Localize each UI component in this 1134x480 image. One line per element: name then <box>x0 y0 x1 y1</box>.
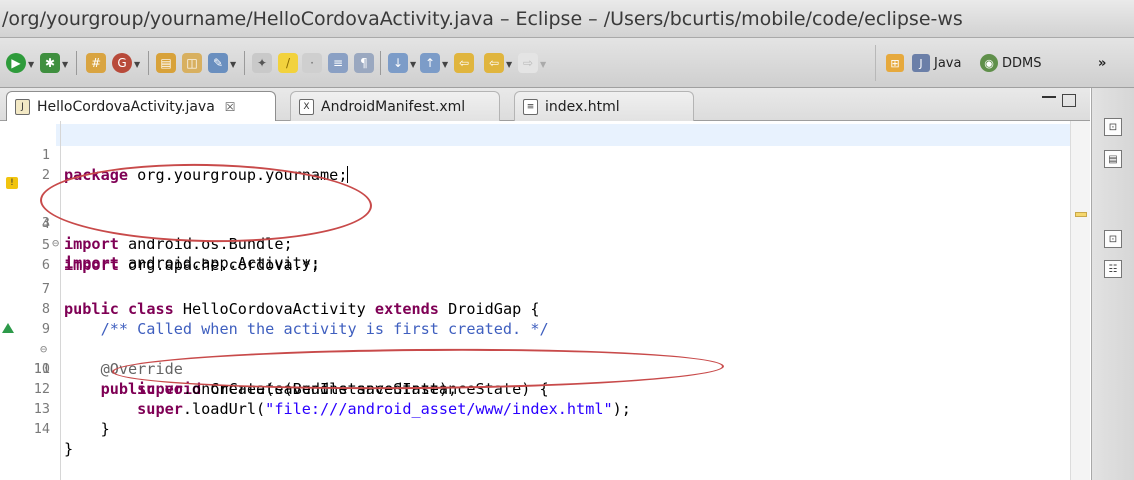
toolbar-separator <box>244 51 245 75</box>
history-dropdown-icon[interactable]: ▼ <box>506 60 512 69</box>
code-editor[interactable]: 1 package org.yourgroup.yourname; 2 ! 3 … <box>0 121 1090 480</box>
next-annotation-dropdown-icon[interactable]: ▼ <box>410 60 416 69</box>
perspective-switcher: ⊞ J Java ◉ DDMS » <box>875 45 1121 81</box>
warning-ruler-marker[interactable] <box>1075 212 1087 217</box>
editor-tab-row: J HelloCordovaActivity.java ☒ X AndroidM… <box>0 88 1090 121</box>
code-text: } <box>64 440 74 458</box>
java-perspective-icon: J <box>912 54 930 72</box>
java-perspective-button[interactable]: J Java <box>912 52 961 74</box>
maximize-icon[interactable] <box>1062 94 1076 107</box>
tab-androidmanifest[interactable]: X AndroidManifest.xml <box>290 91 500 121</box>
hierarchy-view-icon[interactable]: ☷ <box>1104 260 1122 278</box>
forward-icon[interactable]: ⇦ <box>484 53 504 73</box>
line-number: 14 <box>33 421 50 437</box>
search-dropdown-icon[interactable]: ▼ <box>134 60 140 69</box>
tab-label: index.html <box>545 98 620 115</box>
new-wizard-icon[interactable]: # <box>86 53 106 73</box>
pen-dropdown-icon[interactable]: ▼ <box>230 60 236 69</box>
open-folder-icon[interactable]: ▤ <box>156 53 176 73</box>
code-text: } <box>64 420 110 438</box>
code-line[interactable]: 10 public void onCreate(Bundle savedInst… <box>0 319 1060 398</box>
run-dropdown-icon[interactable]: ▼ <box>28 60 34 69</box>
warning-icon[interactable]: ! <box>6 177 18 189</box>
restore-icon[interactable]: ⊡ <box>1104 230 1122 248</box>
forward-dropdown-icon: ▼ <box>540 60 547 69</box>
code-line[interactable]: 1 package org.yourgroup.yourname; <box>0 125 1060 184</box>
back-icon[interactable]: ⇦ <box>454 53 474 73</box>
open-task-icon[interactable]: ◫ <box>182 53 202 73</box>
close-icon[interactable]: ☒ <box>225 100 236 114</box>
prev-annotation-dropdown-icon[interactable]: ▼ <box>442 60 448 69</box>
java-perspective-label: Java <box>934 55 962 71</box>
toolbar-separator <box>380 51 381 75</box>
next-annotation-icon[interactable]: ↓ <box>388 53 408 73</box>
forward-disabled-icon: ⇨ <box>518 53 538 73</box>
toolbar-separator <box>76 51 77 75</box>
code-line[interactable]: 14 } <box>0 399 1060 458</box>
toggle-mark-occurrences-icon[interactable]: / <box>278 53 298 73</box>
ddms-perspective-button[interactable]: ◉ DDMS <box>980 52 1042 74</box>
xml-file-icon: X <box>299 98 314 115</box>
window-title-bar: /org/yourgroup/yourname/HelloCordovaActi… <box>0 0 1134 38</box>
show-whitespace-icon[interactable]: ≡ <box>328 53 348 73</box>
code-line[interactable]: 8 /** Called when the activity is first … <box>0 279 1060 338</box>
code-line[interactable]: 2 <box>0 145 1060 183</box>
tab-label: HelloCordovaActivity.java <box>37 98 215 115</box>
ddms-perspective-label: DDMS <box>1002 55 1042 71</box>
code-line[interactable]: 7 public class HelloCordovaActivity exte… <box>0 259 1060 318</box>
restore-icon[interactable]: ⊡ <box>1104 118 1122 136</box>
override-marker-icon[interactable] <box>2 323 14 333</box>
tab-index-html[interactable]: ≡ index.html <box>514 91 694 121</box>
debug-dropdown-icon[interactable]: ▼ <box>62 60 68 69</box>
run-icon[interactable]: ▶ <box>6 53 26 73</box>
search-icon[interactable]: G <box>112 53 132 73</box>
window-title: /org/yourgroup/yourname/HelloCordovaActi… <box>2 8 963 30</box>
minimize-icon[interactable] <box>1042 96 1056 100</box>
html-file-icon: ≡ <box>523 98 538 115</box>
prev-annotation-icon[interactable]: ↑ <box>420 53 440 73</box>
code-line[interactable]: 9 ⊖ @Override <box>0 299 1060 378</box>
open-perspective-icon: ⊞ <box>886 54 904 72</box>
block-selection-icon[interactable]: · <box>302 53 322 73</box>
toolbar-overflow-button[interactable]: » <box>1098 52 1106 74</box>
main-toolbar: ▶ ▼ ✱ ▼ # G ▼ ▤ ◫ ✎ ▼ ✦ / · ≡ ¶ ↓ ▼ ↑ ▼ … <box>0 38 1134 88</box>
pilcrow-icon[interactable]: ¶ <box>354 53 374 73</box>
overview-ruler[interactable] <box>1070 121 1090 480</box>
ddms-icon: ◉ <box>980 54 998 72</box>
right-trim-panel: ⊡ ▤ ⊡ ☷ <box>1091 88 1134 480</box>
outline-view-icon[interactable]: ▤ <box>1104 150 1122 168</box>
bulb-icon[interactable]: ✦ <box>252 53 272 73</box>
toolbar-separator <box>148 51 149 75</box>
java-file-icon: J <box>15 98 30 115</box>
debug-icon[interactable]: ✱ <box>40 53 60 73</box>
tab-hellocordovaactivity[interactable]: J HelloCordovaActivity.java ☒ <box>6 91 276 121</box>
open-perspective-button[interactable]: ⊞ <box>886 52 908 74</box>
tab-label: AndroidManifest.xml <box>321 98 466 115</box>
overflow-chevron-icon: » <box>1098 55 1107 71</box>
pen-icon[interactable]: ✎ <box>208 53 228 73</box>
